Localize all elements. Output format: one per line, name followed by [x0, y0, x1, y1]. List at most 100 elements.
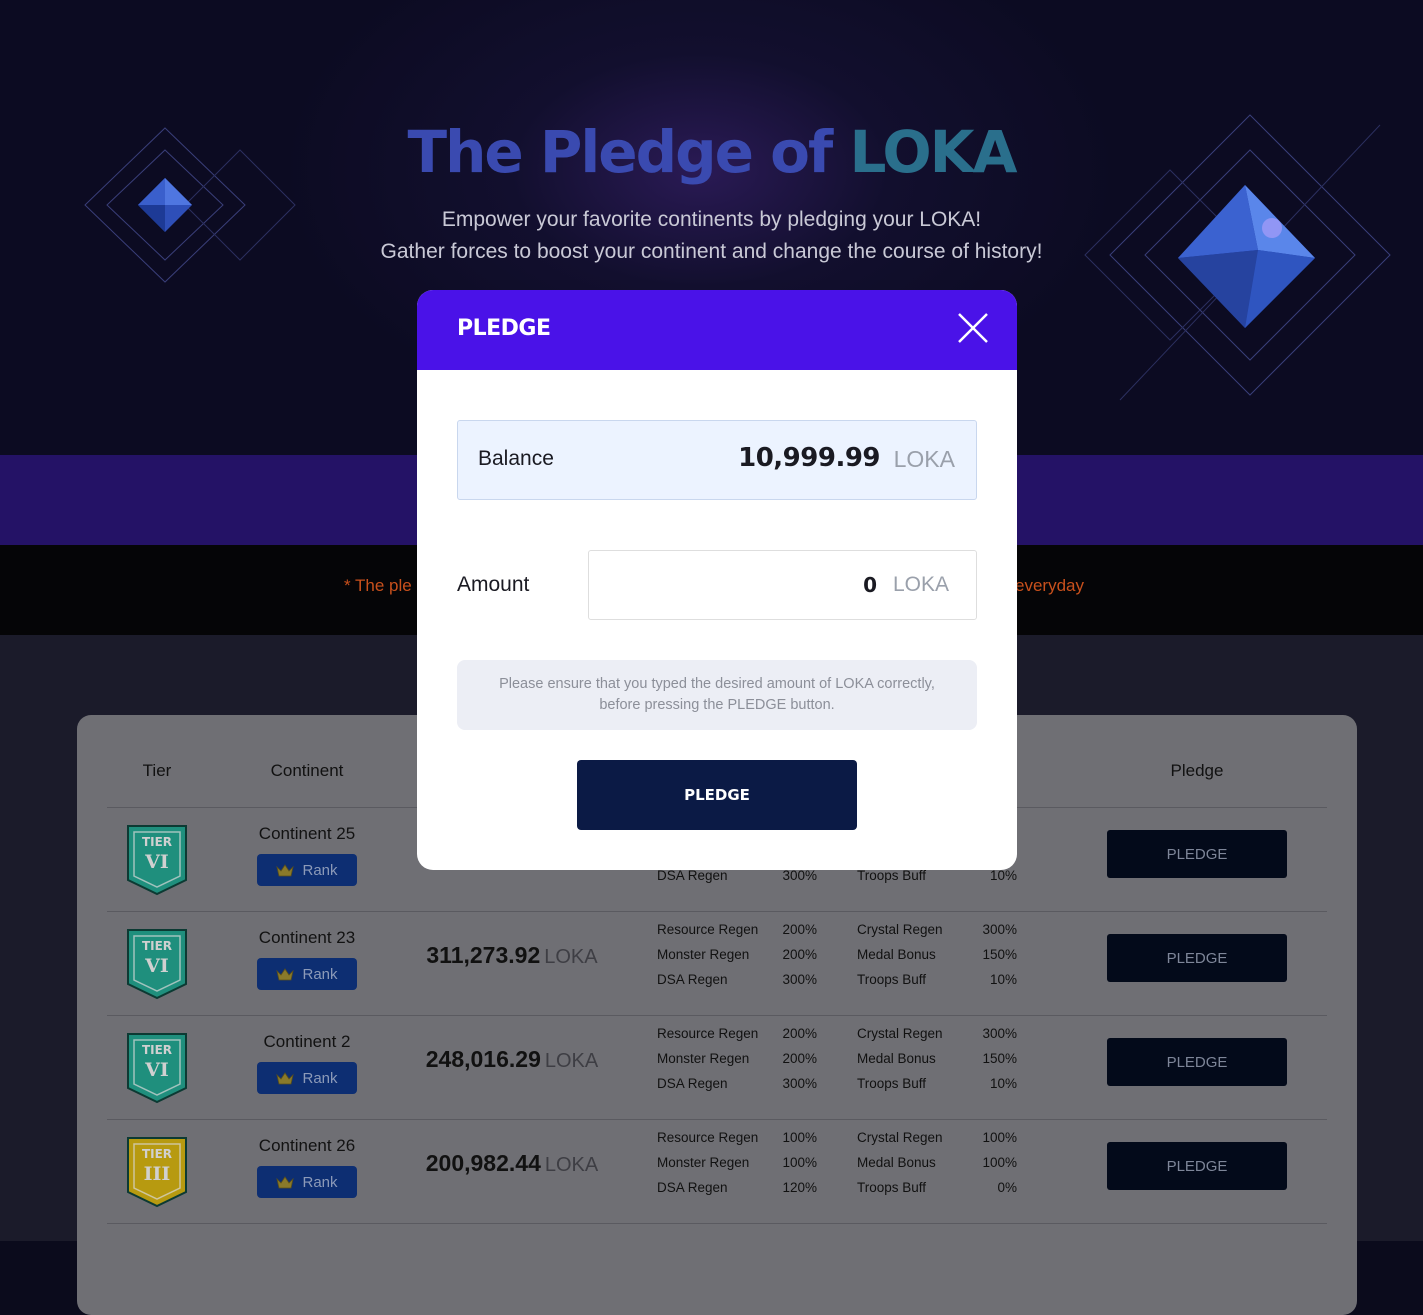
- tier-numeral: III: [144, 1163, 171, 1185]
- row-pledge-button[interactable]: PLEDGE: [1107, 1038, 1287, 1086]
- stat-name: DSA Regen: [657, 972, 728, 987]
- stat-value: 100%: [782, 1130, 817, 1145]
- rank-label: Rank: [302, 1069, 338, 1087]
- stat-value: 300%: [982, 1026, 1017, 1041]
- stat-value: 200%: [782, 947, 817, 962]
- header-continent: Continent: [270, 761, 344, 780]
- stat-value: 300%: [982, 922, 1017, 937]
- table-row: TIER III Continent 26 Rank 200,982.44 LOKA Res…: [77, 1120, 1357, 1224]
- amount-unit: LOKA: [544, 1050, 599, 1072]
- stat-value: 100%: [982, 1130, 1017, 1145]
- stat-value: 100%: [782, 1155, 817, 1170]
- balance-value: 10,999.99: [738, 443, 880, 473]
- stat-name: Crystal Regen: [857, 1130, 943, 1145]
- stat-value: 300%: [782, 972, 817, 987]
- modal-title: PLEDGE: [457, 316, 551, 341]
- warning-box: Please ensure that you typed the desired…: [457, 660, 977, 730]
- stat-value: 150%: [982, 1051, 1017, 1066]
- stat-name: Monster Regen: [657, 947, 750, 962]
- stat-name: Monster Regen: [657, 1051, 750, 1066]
- tier-badge-icon: TIER VI: [127, 825, 187, 896]
- pledged-amount: 311,273.92 LOKA: [387, 942, 637, 969]
- notice-text-left: * The ple: [344, 576, 412, 595]
- stat-name: Crystal Regen: [857, 1026, 943, 1041]
- crown-icon: [276, 1176, 295, 1189]
- stat-value: 200%: [782, 1026, 817, 1041]
- rank-button[interactable]: Rank: [257, 958, 357, 990]
- continent-name: Continent 25: [258, 824, 356, 843]
- stat-name: Crystal Regen: [857, 922, 943, 937]
- stat-name: Monster Regen: [657, 1155, 750, 1170]
- row-pledge-button[interactable]: PLEDGE: [1107, 934, 1287, 982]
- pledged-amount: 200,982.44 LOKA: [387, 1150, 637, 1177]
- rank-label: Rank: [302, 1173, 338, 1191]
- tier-label: TIER: [142, 835, 172, 849]
- amount-input[interactable]: [599, 565, 879, 605]
- stat-name: Resource Regen: [657, 1130, 759, 1145]
- crown-icon: [276, 864, 295, 877]
- stat-value: 10%: [989, 1076, 1017, 1091]
- stat-value: 300%: [782, 1076, 817, 1091]
- rank-label: Rank: [302, 861, 338, 879]
- tier-badge-icon: TIER VI: [127, 929, 187, 1000]
- amount-field[interactable]: LOKA: [588, 550, 977, 620]
- hero-subtitle-line1: Empower your favorite continents by pled…: [441, 208, 982, 231]
- close-icon[interactable]: [955, 310, 991, 346]
- hero-subtitle-line2: Gather forces to boost your continent an…: [380, 240, 1043, 263]
- rank-button[interactable]: Rank: [257, 1166, 357, 1198]
- balance-label: Balance: [478, 447, 554, 470]
- tier-badge-icon: TIER VI: [127, 1033, 187, 1104]
- stat-name: Troops Buff: [857, 972, 927, 987]
- stat-value: 300%: [782, 868, 817, 883]
- stat-name: Troops Buff: [857, 1180, 927, 1195]
- crown-icon: [276, 1072, 295, 1085]
- stat-name: Resource Regen: [657, 922, 759, 937]
- amount-number: 200,982.44: [425, 1150, 541, 1176]
- stat-name: Troops Buff: [857, 868, 927, 883]
- warning-line2: before pressing the PLEDGE button.: [599, 697, 835, 713]
- amount-number: 248,016.29: [425, 1046, 541, 1072]
- rank-button[interactable]: Rank: [257, 1062, 357, 1094]
- rank-button[interactable]: Rank: [257, 854, 357, 886]
- amount-unit: LOKA: [544, 946, 598, 968]
- balance-unit: LOKA: [893, 446, 955, 472]
- stat-name: DSA Regen: [657, 1180, 728, 1195]
- table-row: TIER VI Continent 2 Rank 248,016.29 LOKA Resou…: [77, 1016, 1357, 1120]
- stat-value: 150%: [982, 947, 1017, 962]
- row-pledge-button[interactable]: PLEDGE: [1107, 1142, 1287, 1190]
- continent-name: Continent 26: [258, 1136, 356, 1155]
- modal-header: PLEDGE: [417, 290, 1017, 370]
- hero-title-part2: LOKA: [849, 118, 1017, 186]
- tier-numeral: VI: [144, 955, 169, 977]
- row-pledge-button[interactable]: PLEDGE: [1107, 830, 1287, 878]
- warning-line1: Please ensure that you typed the desired…: [499, 676, 935, 692]
- crown-icon: [276, 968, 295, 981]
- stat-name: Medal Bonus: [857, 1155, 936, 1170]
- balance-box: Balance 10,999.99 LOKA: [457, 420, 977, 500]
- continent-name: Continent 2: [263, 1032, 351, 1051]
- table-row: TIER VI Continent 23 Rank 311,273.92 LOKA Reso…: [77, 912, 1357, 1016]
- stat-name: Troops Buff: [857, 1076, 927, 1091]
- stat-value: 10%: [989, 868, 1017, 883]
- amount-label: Amount: [457, 573, 530, 596]
- hero-title-part1: The Pledge of: [407, 118, 850, 186]
- rank-label: Rank: [302, 965, 338, 983]
- stat-name: Medal Bonus: [857, 947, 936, 962]
- stat-value: 10%: [989, 972, 1017, 987]
- notice-text-right: everyday: [1015, 576, 1084, 595]
- stat-name: DSA Regen: [657, 1076, 728, 1091]
- amount-unit: LOKA: [892, 573, 949, 596]
- amount-number: 311,273.92: [426, 942, 541, 968]
- continent-name: Continent 23: [258, 928, 356, 947]
- amount-unit: LOKA: [544, 1154, 599, 1176]
- modal-pledge-button[interactable]: PLEDGE: [577, 760, 857, 830]
- tier-label: TIER: [142, 1043, 172, 1057]
- tier-label: TIER: [142, 1147, 172, 1161]
- tier-numeral: VI: [144, 1059, 169, 1081]
- stat-value: 120%: [782, 1180, 817, 1195]
- hero-title: The Pledge of LOKA: [0, 118, 1423, 186]
- stat-value: 100%: [982, 1155, 1017, 1170]
- tier-badge-icon: TIER III: [127, 1137, 187, 1208]
- stat-name: Resource Regen: [657, 1026, 759, 1041]
- tier-label: TIER: [142, 939, 172, 953]
